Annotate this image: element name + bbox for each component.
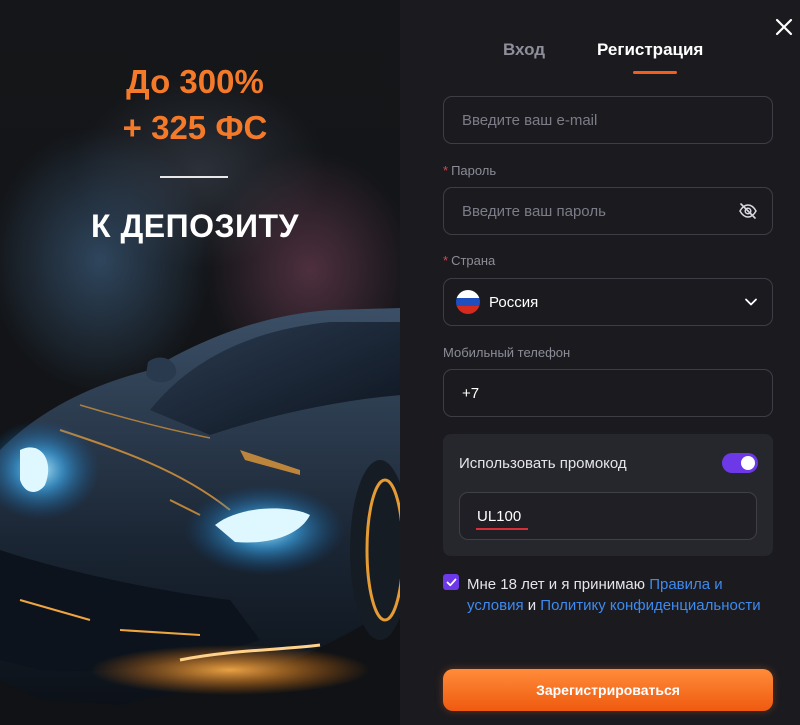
consent-text: Мне 18 лет и я принимаю Правила и услови… [467,574,767,616]
required-mark: * [443,253,449,268]
phone-label: Мобильный телефон [443,345,571,360]
password-field-wrapper [443,187,773,235]
promo-headline-line1: До 300% [126,63,264,100]
russia-flag-icon [456,290,480,314]
chevron-down-icon [745,298,757,306]
sports-car-image [0,308,400,705]
register-button[interactable]: Зарегистрироваться [443,669,773,711]
required-mark: * [443,163,449,178]
auth-tabs: Вход Регистрация [400,36,800,80]
country-value: Россия [489,293,539,311]
consent-text-before: Мне 18 лет и я принимаю [467,576,650,593]
country-label: * Страна [443,253,495,268]
promo-headline-line2: + 325 ФС [122,109,268,146]
promo-code-toggle[interactable] [722,453,758,473]
spellcheck-underline [476,528,528,530]
checkmark-icon [446,578,456,586]
email-field-wrapper [443,96,773,144]
consent-and: и [523,597,541,614]
promo-code-field[interactable] [460,493,756,539]
eye-off-icon[interactable] [738,201,758,221]
tab-login[interactable]: Вход [503,40,545,60]
promo-divider [160,176,228,178]
promo-panel: До 300% + 325 ФС К ДЕПОЗИТУ [0,0,400,725]
toggle-knob [741,456,755,470]
phone-field[interactable] [444,370,772,416]
country-select[interactable]: Россия [443,278,773,326]
password-label-text: Пароль [451,163,497,178]
active-tab-indicator [633,71,677,74]
promo-code-field-wrapper [459,492,757,540]
promo-subheadline: К ДЕПОЗИТУ [91,208,299,244]
password-field[interactable] [444,188,772,234]
consent-checkbox[interactable] [443,574,459,590]
country-label-text: Страна [451,253,496,268]
promo-code-toggle-label: Использовать промокод [459,455,627,472]
tab-register[interactable]: Регистрация [597,40,703,60]
password-label: * Пароль [443,163,496,178]
close-icon[interactable] [773,16,795,38]
phone-field-wrapper [443,369,773,417]
privacy-link[interactable]: Политику конфиденциальности [540,597,760,614]
email-field[interactable] [444,97,772,143]
promo-code-section: Использовать промокод [443,434,773,556]
